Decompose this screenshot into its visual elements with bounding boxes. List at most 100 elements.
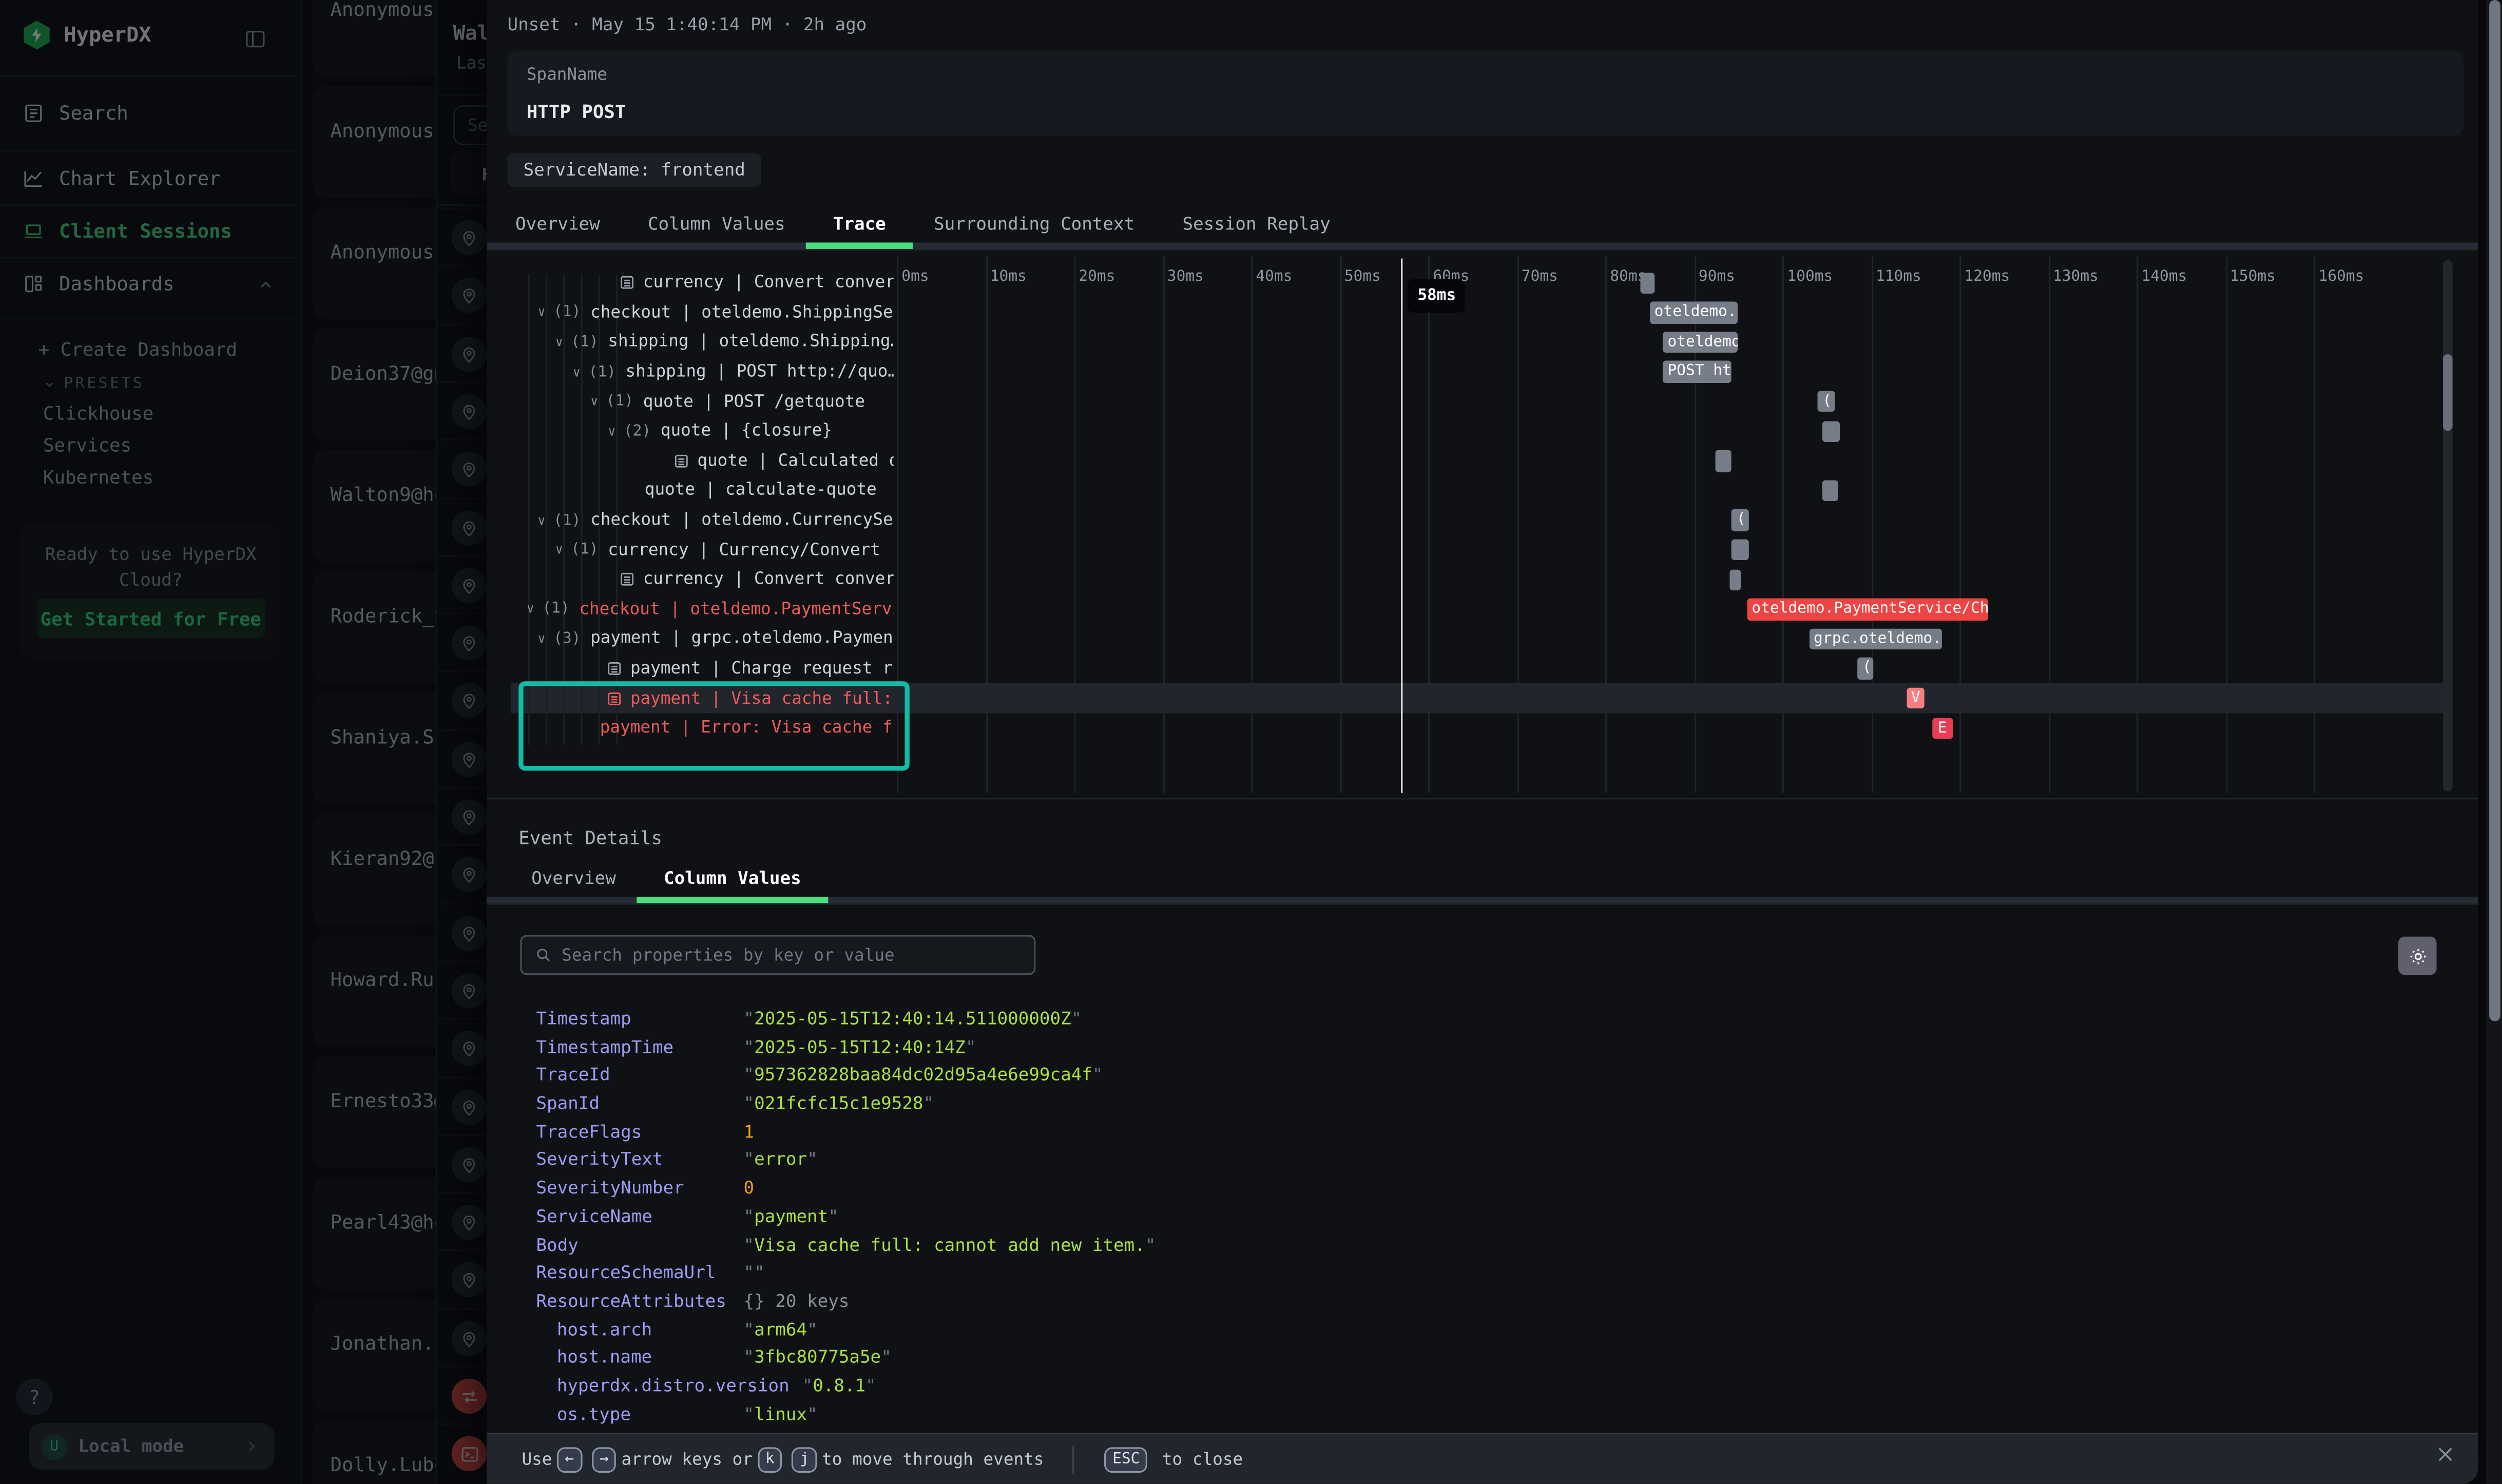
footer-use: Use xyxy=(522,1450,552,1469)
property-key: hyperdx.distro.version xyxy=(557,1372,802,1400)
tab-label: Column Values xyxy=(664,868,801,889)
event-details-title: Event Details xyxy=(518,826,662,849)
span-bar[interactable]: oteldemo. xyxy=(1649,302,1738,323)
span-count: (1) xyxy=(553,304,581,321)
property-key: SeverityNumber xyxy=(536,1174,743,1203)
service-name-tag[interactable]: ServiceName: frontend xyxy=(507,153,761,186)
trace-row[interactable]: ∨(1)shipping | POST http://quo… xyxy=(511,357,894,387)
trace-row[interactable]: ∨(1)currency | Currency/Convert xyxy=(511,535,894,565)
time-cursor-tooltip: 58ms xyxy=(1408,279,1466,313)
property-row: SeverityNumber0 xyxy=(536,1174,2430,1203)
span-bar[interactable]: V xyxy=(1907,687,1924,709)
property-key: Body xyxy=(536,1231,743,1259)
window-scrollbar[interactable] xyxy=(2486,0,2502,1484)
footer-arrow-text: arrow keys or xyxy=(622,1450,753,1469)
esc-keycap: ESC xyxy=(1105,1447,1148,1472)
property-value: Visa cache full: cannot add new item. xyxy=(754,1231,1145,1259)
active-tab-underline xyxy=(637,897,828,903)
trace-row[interactable]: currency | Convert convers… xyxy=(511,565,894,594)
tab-label: Column Values xyxy=(648,214,785,235)
trace-row-label: checkout | oteldemo.CurrencySe… xyxy=(590,511,894,530)
property-value: 957362828baa84dc02d95a4e6e99ca4f xyxy=(754,1062,1092,1090)
property-row: Body"Visa cache full: cannot add new ite… xyxy=(536,1231,2430,1259)
trace-row[interactable]: ∨(1)checkout | oteldemo.CurrencySe… xyxy=(511,506,894,535)
properties-search-input[interactable]: Search properties by key or value xyxy=(520,935,1035,975)
axis-tick: 160ms xyxy=(2319,268,2364,285)
span-bar[interactable]: oteldemo xyxy=(1663,332,1738,353)
span-bar[interactable]: ( xyxy=(1858,658,1874,680)
span-bar[interactable]: ( xyxy=(1818,391,1835,412)
trace-row[interactable]: ∨(1)checkout | oteldemo.PaymentServi… xyxy=(511,594,894,624)
trace-row[interactable]: ∨(1)shipping | oteldemo.Shipping… xyxy=(511,327,894,357)
property-row: hyperdx.distro.version"0.8.1" xyxy=(536,1372,2430,1400)
property-value: 2025-05-15T12:40:14.511000000Z xyxy=(754,1005,1071,1033)
trace-row-label: checkout | oteldemo.PaymentServi… xyxy=(579,600,893,619)
property-value: 0 xyxy=(744,1174,755,1203)
property-value: 2025-05-15T12:40:14Z xyxy=(754,1033,966,1062)
tab-trace[interactable]: Trace xyxy=(833,214,886,249)
divider xyxy=(1072,1445,1074,1474)
trace-row-label: quote | Calculated q… xyxy=(697,451,893,470)
property-value: 1 xyxy=(744,1118,755,1146)
span-name-panel: SpanName HTTP POST xyxy=(507,51,2463,136)
trace-row-label: currency | Convert convers… xyxy=(643,273,894,292)
property-key: ServiceName xyxy=(536,1203,743,1231)
trace-row[interactable]: ∨(3)payment | grpc.oteldemo.Paymen… xyxy=(511,624,894,654)
trace-row[interactable]: quote | Calculated q… xyxy=(511,446,894,476)
span-bar[interactable]: oteldemo.PaymentService/Char xyxy=(1747,599,1989,620)
trace-row-label: quote | calculate-quote xyxy=(645,481,877,500)
span-bar[interactable]: POST ht xyxy=(1663,361,1732,382)
trace-row-label: checkout | oteldemo.ShippingSe… xyxy=(590,303,894,322)
property-key: host.name xyxy=(557,1344,744,1372)
arrow-keycap: ← xyxy=(557,1447,582,1472)
properties-search-placeholder: Search properties by key or value xyxy=(562,946,894,965)
property-row: Timestamp"2025-05-15T12:40:14.511000000Z… xyxy=(536,1005,2430,1033)
chevron-down-icon: ∨ xyxy=(555,543,563,557)
span-count: (1) xyxy=(571,541,598,558)
span-bar[interactable]: ( xyxy=(1732,510,1749,531)
settings-button[interactable] xyxy=(2398,937,2437,975)
trace-row-label: quote | POST /getquote xyxy=(643,392,865,411)
log-event-icon xyxy=(619,275,635,291)
property-key: ResourceSchemaUrl xyxy=(536,1259,743,1287)
axis-tick: 150ms xyxy=(2230,268,2276,285)
span-bar[interactable] xyxy=(1716,450,1732,472)
search-icon xyxy=(534,946,552,963)
tab-track xyxy=(487,242,2478,248)
arrow-keycap: → xyxy=(591,1447,617,1472)
span-bar[interactable]: E xyxy=(1933,717,1953,739)
span-bar[interactable] xyxy=(1729,569,1741,590)
property-value: error xyxy=(754,1146,807,1174)
span-bar[interactable] xyxy=(1732,539,1749,561)
trace-row[interactable]: quote | calculate-quote xyxy=(511,476,894,506)
footer-close-text: to close xyxy=(1162,1450,1243,1469)
span-bar[interactable] xyxy=(1822,420,1840,442)
trace-row[interactable]: ∨ (1) checkout | oteldemo.ShippingSe… xyxy=(511,298,894,327)
property-key: TraceId xyxy=(536,1062,743,1090)
trace-row[interactable]: payment | Charge request rec… xyxy=(511,654,894,684)
axis-tick: 40ms xyxy=(1256,268,1292,285)
close-icon[interactable] xyxy=(2435,1444,2455,1464)
event-details-tab-column-values[interactable]: Column Values xyxy=(664,868,801,903)
chevron-down-icon: ∨ xyxy=(608,424,615,438)
chevron-down-icon: ∨ xyxy=(538,513,546,528)
trace-detail-modal: Unset · May 15 1:40:14 PM · 2h ago SpanN… xyxy=(487,0,2478,1484)
axis-tick: 110ms xyxy=(1876,268,1921,285)
trace-scrollbar[interactable] xyxy=(2443,260,2453,792)
trace-row[interactable]: ∨(2)quote | {closure} xyxy=(511,416,894,446)
trace-row-label: payment | Charge request rec… xyxy=(630,659,894,678)
span-bar[interactable] xyxy=(1641,272,1654,294)
axis-tick: 50ms xyxy=(1344,268,1381,285)
property-key: ResourceAttributes xyxy=(536,1287,743,1316)
axis-tick: 130ms xyxy=(2053,268,2099,285)
span-bar[interactable]: grpc.oteldemo. xyxy=(1809,628,1942,650)
property-row: host.name"3fbc80775a5e" xyxy=(536,1344,2430,1372)
axis-tick: 140ms xyxy=(2141,268,2187,285)
span-bar[interactable] xyxy=(1822,480,1838,502)
trace-row[interactable]: ∨(1)quote | POST /getquote xyxy=(511,387,894,416)
trace-row[interactable]: currency | Convert convers… xyxy=(511,268,894,298)
trace-row-label: currency | Convert convers… xyxy=(643,570,894,589)
properties-table: Timestamp"2025-05-15T12:40:14.511000000Z… xyxy=(536,1005,2430,1433)
chevron-down-icon: ∨ xyxy=(538,305,546,320)
trace-row-label: shipping | POST http://quo… xyxy=(626,362,894,381)
